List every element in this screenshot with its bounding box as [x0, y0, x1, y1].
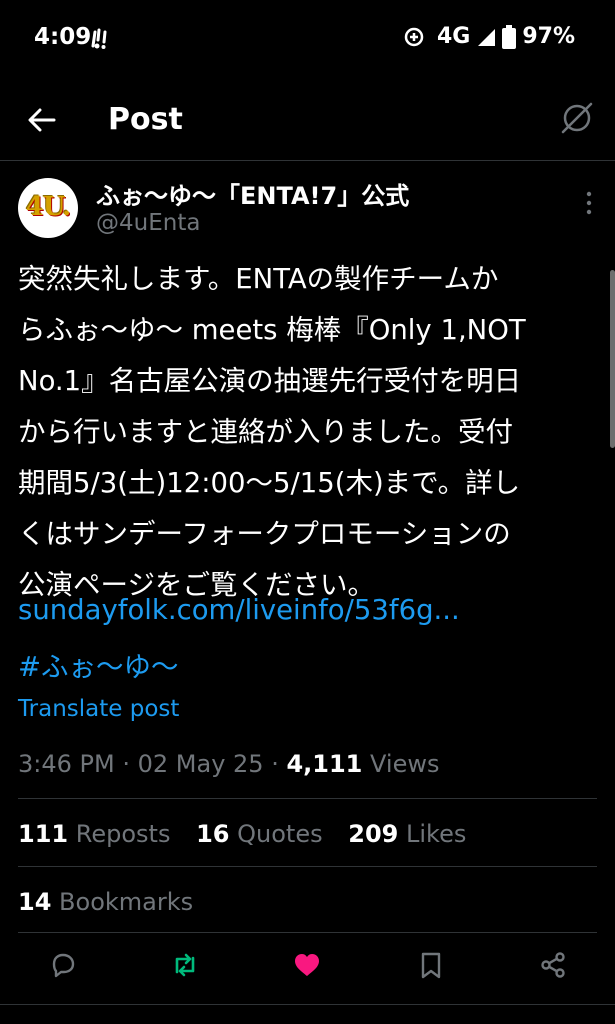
divider — [18, 932, 597, 933]
avatar-logo-text: 4U. — [25, 192, 71, 222]
reposts-count: 111 — [18, 820, 69, 848]
battery-level: 97% — [522, 24, 575, 49]
post-text-line: 突然失礼します。ENTAの製作チームか — [18, 263, 499, 295]
scrollbar[interactable] — [610, 270, 615, 448]
back-arrow-icon[interactable] — [26, 104, 58, 136]
post-body: 突然失礼します。ENTAの製作チームか らふぉ〜ゆ〜 meets 梅棒『Only… — [18, 254, 598, 611]
notification-icon — [91, 28, 107, 49]
reposts-stat[interactable]: 111 Reposts — [18, 820, 178, 848]
page-title: Post — [108, 102, 183, 137]
more-vertical-icon[interactable] — [585, 190, 593, 216]
status-time: 4:09 — [34, 24, 92, 50]
share-icon[interactable] — [538, 950, 568, 980]
post-metadata: 3:46 PM · 02 May 25 · 4,111 Views — [18, 750, 440, 778]
status-right: 4G 97% — [403, 24, 575, 49]
post-text-line: No.1』名古屋公演の抽選先行受付を明日 — [18, 365, 522, 397]
battery-icon — [502, 24, 517, 49]
reply-icon[interactable] — [48, 950, 78, 980]
reposts-label: Reposts — [75, 820, 171, 848]
bookmark-icon[interactable] — [416, 950, 446, 980]
signal-icon — [478, 28, 496, 46]
post-date: 02 May 25 — [137, 750, 264, 778]
bookmarks-label: Bookmarks — [59, 888, 194, 916]
data-saver-icon — [404, 27, 424, 46]
bookmarks-count: 14 — [18, 888, 52, 916]
translate-post-link[interactable]: Translate post — [18, 696, 179, 722]
divider — [18, 866, 597, 867]
action-bar — [0, 950, 615, 990]
network-type: 4G — [436, 24, 471, 49]
bottom-divider — [0, 1004, 615, 1005]
bookmarks-stat[interactable]: 14 Bookmarks — [18, 888, 193, 916]
likes-label: Likes — [406, 820, 467, 848]
display-name[interactable]: ふぉ〜ゆ〜「ENTA!7」公式 — [96, 176, 409, 211]
post-text-line: 期間5/3(土)12:00〜5/15(木)まで。詳し — [18, 467, 521, 499]
divider — [18, 798, 597, 799]
grok-icon[interactable] — [559, 100, 595, 136]
post-time: 3:46 PM — [18, 750, 115, 778]
post-text-line: らふぉ〜ゆ〜 meets 梅棒『Only 1,NOT — [18, 314, 526, 346]
post-text-line: くはサンデーフォークプロモーションの — [18, 518, 511, 550]
avatar[interactable]: 4U. — [18, 178, 78, 238]
quotes-label: Quotes — [237, 820, 323, 848]
views-count: 4,111 — [286, 750, 363, 778]
hashtag-link[interactable]: #ふぉ〜ゆ〜 — [18, 644, 179, 684]
quotes-stat[interactable]: 16 Quotes — [196, 820, 330, 848]
repost-icon[interactable] — [170, 950, 200, 980]
post-text-line: から行いますと連絡が入りました。受付 — [18, 416, 513, 448]
likes-stat[interactable]: 209 Likes — [348, 820, 466, 848]
user-handle[interactable]: @4uEnta — [96, 210, 200, 236]
quotes-count: 16 — [196, 820, 230, 848]
screen: 4:09 4G 97% Post 4U. ふぉ〜ゆ〜「ENTA!7」公式 @4u… — [0, 0, 615, 1024]
post-link[interactable]: sundayfolk.com/liveinfo/53f6g... — [18, 594, 460, 626]
status-bar: 4:09 4G 97% — [0, 0, 615, 78]
top-app-bar: Post — [0, 78, 615, 161]
like-icon[interactable] — [292, 950, 322, 980]
views-label: Views — [370, 750, 440, 778]
likes-count: 209 — [348, 820, 399, 848]
engagement-stats: 111 Reposts 16 Quotes 209 Likes — [18, 820, 484, 848]
